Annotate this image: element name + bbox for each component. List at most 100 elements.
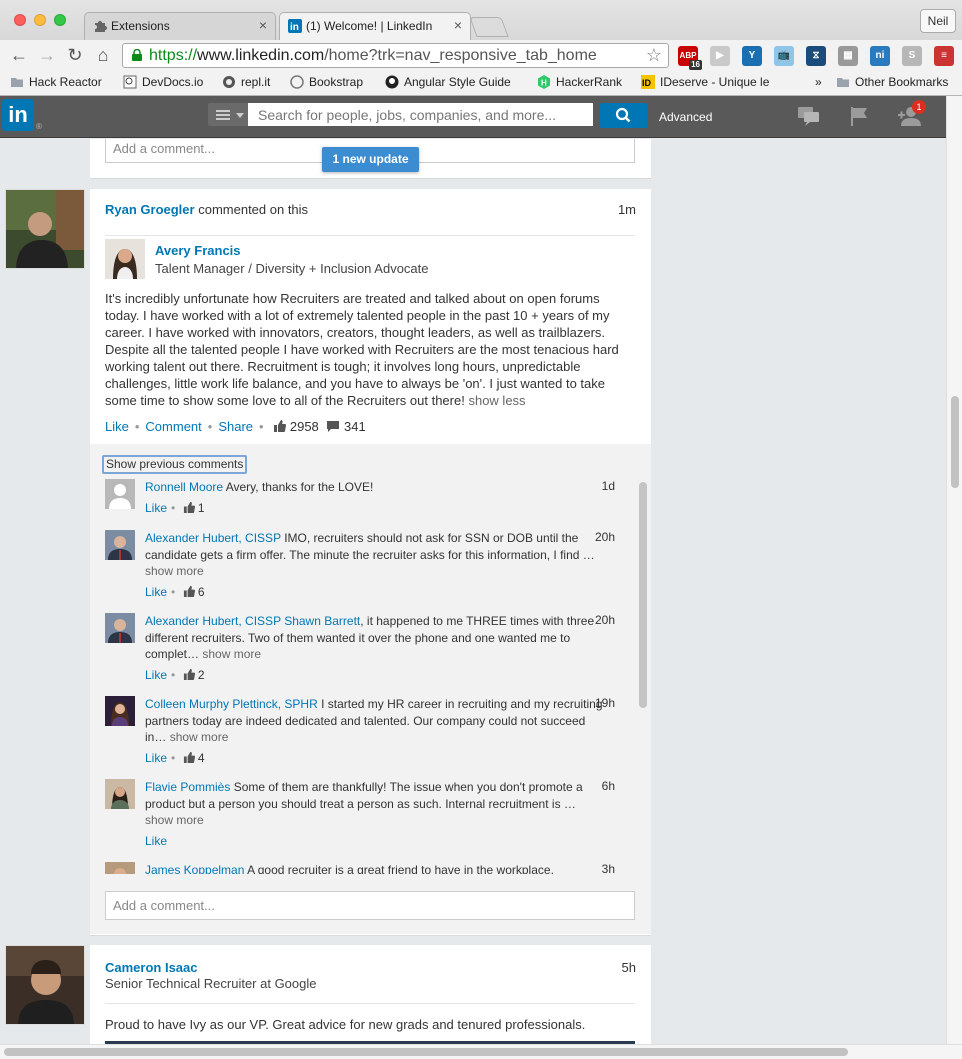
comments-scrollbar[interactable] [639, 482, 647, 708]
close-tab-icon[interactable]: × [259, 17, 267, 33]
author-name-link[interactable]: Cameron Isaac [105, 960, 198, 975]
address-bar[interactable]: https://www.linkedin.com/home?trk=nav_re… [122, 43, 669, 68]
comment-item: Flavie Pommiès Some of them are thankful… [105, 779, 625, 855]
flag-icon[interactable] [849, 106, 873, 126]
zoom-window-button[interactable] [54, 14, 66, 26]
y-extension-icon[interactable]: Y [742, 46, 762, 66]
new-tab-button[interactable] [469, 17, 509, 37]
folder-icon [11, 78, 23, 87]
home-icon[interactable]: ⌂ [92, 44, 114, 66]
avatar[interactable] [105, 779, 135, 809]
video-extension-icon[interactable]: ▶ [710, 46, 730, 66]
scrollbar-thumb[interactable] [951, 396, 959, 488]
notification-badge: 1 [912, 100, 926, 114]
show-less-link[interactable]: show less [468, 393, 525, 408]
comment-timestamp: 20h [594, 613, 615, 627]
minimize-window-button[interactable] [34, 14, 46, 26]
post-body: It's incredibly unfortunate how Recruite… [105, 290, 635, 409]
bookmark-star-icon[interactable]: ☆ [646, 44, 662, 67]
commenter-name-link[interactable]: James Koppelman [145, 863, 244, 874]
comment-item: James Koppelman A good recruiter is a gr… [105, 862, 625, 874]
avatar[interactable] [105, 862, 135, 874]
bookmark-hack-reactor[interactable]: Hack Reactor [10, 75, 102, 89]
search-category-menu[interactable] [208, 103, 248, 126]
avatar[interactable] [5, 945, 85, 1025]
bookmark-hackerrank[interactable]: H HackerRank [537, 75, 622, 89]
comment-text: Alexander Hubert, CISSP IMO, recruiters … [145, 530, 605, 580]
folder-icon [837, 78, 849, 87]
bookmark-label: DevDocs.io [142, 75, 204, 89]
commenter-name-link[interactable]: Ronnell Moore [145, 480, 223, 494]
commenter-name-link[interactable]: Flavie Pommiès [145, 780, 230, 794]
comment-like-button[interactable]: Like [145, 585, 167, 599]
feed: 1 new update Ryan Groegler commented on … [0, 139, 946, 1044]
comment-like-button[interactable]: Like [145, 751, 167, 765]
new-update-button[interactable]: 1 new update [322, 147, 419, 172]
comment-button[interactable]: Comment [145, 419, 201, 434]
backbone-debugger-icon[interactable]: ⧖ [806, 46, 826, 66]
bookmark-bookstrap[interactable]: Bookstrap [290, 75, 363, 89]
show-more-link[interactable]: show more [202, 647, 261, 661]
show-more-link[interactable]: show more [170, 730, 229, 744]
avatar[interactable] [105, 696, 135, 726]
profile-button[interactable]: Neil [920, 9, 956, 33]
menu-icon[interactable]: ≡ [934, 46, 954, 66]
avatar[interactable] [5, 189, 85, 269]
thumbs-up-icon [274, 420, 287, 432]
close-tab-icon[interactable]: × [454, 17, 462, 33]
lock-icon [132, 49, 142, 61]
actor-name-link[interactable]: Ryan Groegler [105, 202, 195, 217]
extension-label: 📺 [777, 50, 791, 61]
cameron-isaac-photo [6, 946, 84, 1024]
commenter-name-link[interactable]: Alexander Hubert, CISSP [145, 531, 281, 545]
comment-like-button[interactable]: Like [145, 501, 167, 515]
messages-icon[interactable] [797, 106, 821, 126]
tab-extensions[interactable]: Extensions × [84, 12, 276, 40]
post-card: Ryan Groegler commented on this 1m Avery… [90, 189, 651, 936]
default-user-icon [105, 479, 135, 509]
avatar[interactable] [105, 239, 145, 279]
back-arrow-icon[interactable]: ← [8, 44, 30, 66]
comment-like-button[interactable]: Like [145, 668, 167, 682]
tab-linkedin[interactable]: in (1) Welcome! | LinkedIn × [279, 12, 471, 40]
show-previous-comments-button[interactable]: Show previous comments [102, 455, 248, 474]
share-button[interactable]: Share [218, 419, 253, 434]
comment-input[interactable] [105, 891, 635, 920]
bookmark-angular-style-guide[interactable]: Angular Style Guide [385, 75, 511, 89]
author-name-link[interactable]: Avery Francis [155, 243, 241, 258]
bookmark-ideserve[interactable]: ID IDeserve - Unique le [641, 75, 769, 89]
bookmarks-overflow-button[interactable]: » [815, 75, 822, 89]
commenter-name-link[interactable]: Alexander Hubert, CISSP [145, 614, 281, 628]
linkedin-logo[interactable]: in [2, 99, 34, 131]
mentioned-name-link[interactable]: Shawn Barrett [284, 614, 360, 628]
gray-extension-icon[interactable]: ▦ [838, 46, 858, 66]
search-button[interactable] [600, 103, 647, 128]
commenter-name-link[interactable]: Colleen Murphy Plettinck, SPHR [145, 697, 318, 711]
ni-extension-icon[interactable]: ni [870, 46, 890, 66]
reload-icon[interactable]: ↻ [64, 44, 86, 66]
browser-chrome: Extensions × in (1) Welcome! | LinkedIn … [0, 0, 962, 96]
bookmark-devdocs[interactable]: DevDocs.io [123, 75, 203, 89]
search-input[interactable] [248, 103, 593, 126]
like-button[interactable]: Like [105, 419, 129, 434]
show-more-link[interactable]: show more [145, 813, 204, 827]
page-horizontal-scrollbar[interactable] [0, 1044, 962, 1059]
tv-extension-icon[interactable]: 📺 [774, 46, 794, 66]
tab-strip: Extensions × in (1) Welcome! | LinkedIn … [0, 0, 962, 40]
comment-timestamp: 19h [594, 696, 615, 710]
thumbs-up-icon [183, 585, 195, 597]
avatar[interactable] [105, 479, 135, 509]
adblock-plus-icon[interactable]: ABP 16 [678, 46, 702, 70]
avatar[interactable] [105, 530, 135, 560]
forward-arrow-icon[interactable]: → [36, 44, 58, 66]
show-more-link[interactable]: show more [145, 564, 204, 578]
advanced-search-link[interactable]: Advanced [659, 110, 712, 124]
bookmark-replit[interactable]: repl.it [222, 75, 270, 89]
close-window-button[interactable] [14, 14, 26, 26]
page-vertical-scrollbar[interactable] [946, 96, 962, 1044]
scrollbar-thumb[interactable] [4, 1048, 848, 1056]
comment-like-button[interactable]: Like [145, 834, 167, 848]
avatar[interactable] [105, 613, 135, 643]
other-bookmarks[interactable]: Other Bookmarks [836, 75, 948, 89]
s-extension-icon[interactable]: S [902, 46, 922, 66]
